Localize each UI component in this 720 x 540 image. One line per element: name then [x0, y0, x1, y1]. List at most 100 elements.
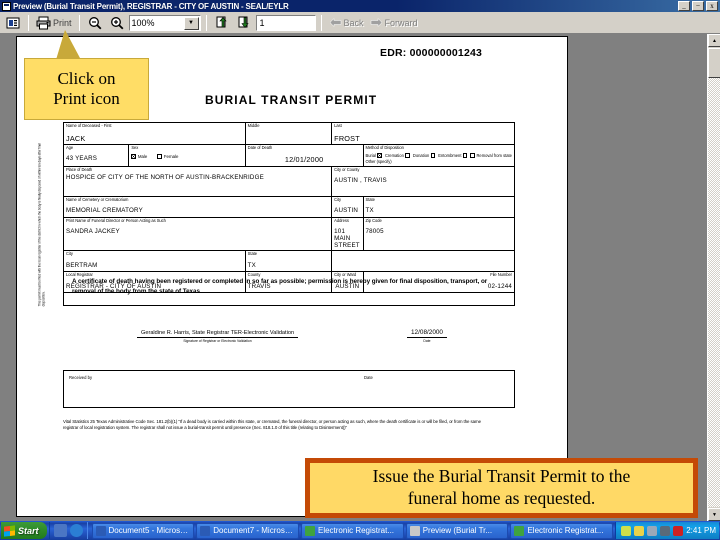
taskbar-item-label: Preview (Burial Tr...: [422, 526, 493, 535]
word-icon: [200, 525, 211, 536]
checkbox-donation-icon[interactable]: [430, 153, 436, 158]
taskbar-item[interactable]: Document5 - Microsof...: [91, 522, 195, 539]
cell-funeral-director: Print Name of Funeral Director or Person…: [62, 216, 333, 251]
app-icon: [304, 525, 315, 536]
taskbar-item[interactable]: Preview (Burial Tr...: [405, 522, 509, 539]
taskbar-item[interactable]: Electronic Registrat...: [300, 522, 404, 539]
window-title-bar[interactable]: Preview (Burial Transit Permit), REGISTR…: [0, 0, 720, 12]
windows-flag-icon: [4, 524, 15, 537]
toolbar-separator: [28, 14, 29, 31]
taskbar-item[interactable]: Electronic Registrat...: [510, 522, 614, 539]
signature-row: Geraldine R. Harris, State Registrar TER…: [137, 329, 447, 343]
table-row: City BERTRAM State TX: [63, 250, 515, 272]
checkbox-male-icon[interactable]: [131, 154, 136, 159]
page-number-input[interactable]: [256, 16, 313, 29]
label-fd-city: City: [66, 251, 73, 256]
signature-date-caption: Date: [423, 339, 431, 343]
label-cemetery: Name of Cemetery or Crematorium: [66, 196, 129, 202]
show-desktop-icon[interactable]: [53, 524, 67, 537]
label-received-by: Received by: [69, 375, 93, 380]
sex-option-male[interactable]: Male: [131, 154, 147, 159]
scroll-track[interactable]: [708, 48, 720, 507]
label-cemetery-city: City: [334, 196, 342, 202]
checkbox-female-icon[interactable]: [157, 154, 162, 159]
previous-page-button[interactable]: [212, 13, 232, 32]
label-disposition-other: Other (specify): [365, 159, 392, 164]
instruction-callout: Issue the Burial Transit Permit to the f…: [305, 458, 698, 518]
instruction-line2: funeral home as requested.: [407, 488, 596, 508]
disposition-option-removal[interactable]: Removal from state: [470, 153, 512, 158]
document-properties-icon: [6, 17, 20, 28]
checkbox-burial-icon[interactable]: [377, 153, 382, 158]
checkbox-entombment-icon[interactable]: [462, 153, 468, 158]
norton-icon[interactable]: [673, 525, 684, 536]
scroll-thumb[interactable]: [708, 48, 720, 78]
taskbar-clock[interactable]: 2:41 PM: [686, 526, 716, 535]
label-method-of-disposition: Method of Disposition: [365, 144, 404, 150]
shield-icon[interactable]: [647, 525, 658, 536]
document-properties-button[interactable]: [3, 13, 23, 32]
disposition-option-entombment[interactable]: Entombment: [438, 153, 468, 158]
minimize-button[interactable]: _: [678, 1, 690, 11]
fine-print-text: Vital Statistics 25 Texas Administrative…: [63, 419, 481, 431]
checkbox-cremation-icon[interactable]: [405, 153, 410, 158]
cell-fd-state: State TX: [244, 250, 333, 272]
value-fd-city: BERTRAM: [66, 261, 98, 269]
taskbar-item-label: Document5 - Microsof...: [108, 526, 191, 535]
network-icon[interactable]: [621, 525, 632, 536]
value-cemetery-city: AUSTIN: [334, 207, 359, 214]
scroll-up-button[interactable]: ▲: [708, 34, 720, 47]
label-cemetery-state: State: [365, 196, 375, 202]
cell-fd-city-state-zip: Zip Code 78005: [362, 216, 515, 251]
value-fd-address: 101 MAIN STREET: [334, 228, 360, 249]
signature-caption: Signature of Registrar or Electronic Val…: [183, 339, 252, 343]
taskbar-item-label: Electronic Registrat...: [317, 526, 395, 535]
disposition-option-burial[interactable]: Burial: [366, 153, 382, 158]
zoom-level-combo[interactable]: ▼: [128, 14, 201, 31]
cell-date-of-death: Date of Death 12/01/2000: [244, 143, 364, 167]
cell-name-first: Name of Deceased - First JACK: [63, 122, 246, 145]
label-received-date: Date: [364, 375, 373, 380]
table-row: Print Name of Funeral Director or Person…: [62, 216, 515, 251]
print-hint-line1: Click on: [57, 68, 116, 88]
chevron-down-icon[interactable]: ▼: [183, 16, 199, 30]
start-label: Start: [18, 525, 39, 536]
close-button[interactable]: x: [706, 1, 718, 11]
cell-fd-city: City BERTRAM: [63, 250, 246, 272]
side-note-text: This permit must be filed with the local…: [37, 143, 46, 307]
cell-name-last: Last FROST: [331, 122, 515, 145]
zoom-level-input[interactable]: [129, 16, 182, 29]
next-page-button[interactable]: [234, 13, 254, 32]
disposition-option-donation[interactable]: Donation: [413, 153, 436, 158]
forward-label: Forward: [384, 17, 418, 28]
maximize-button[interactable]: ̶: [692, 1, 704, 11]
disposition-option-cremation[interactable]: Cremation: [385, 153, 410, 158]
signature-date: 12/08/2000: [407, 329, 447, 338]
taskbar-item-label: Document7 - Microso...: [213, 526, 295, 535]
start-button[interactable]: Start: [1, 522, 47, 539]
checkbox-removal-icon[interactable]: [470, 153, 475, 158]
back-button[interactable]: Back: [327, 13, 366, 32]
label-place-of-death: Place of Death: [66, 166, 93, 172]
speaker-icon[interactable]: [660, 525, 671, 536]
back-label: Back: [343, 17, 364, 28]
preview-icon: [409, 525, 420, 536]
edr-number: EDR: 000000001243: [380, 47, 483, 59]
taskbar-task-list: Document5 - Microsof... Document7 - Micr…: [90, 522, 614, 539]
edit-icon[interactable]: [634, 525, 645, 536]
zoom-in-icon: [110, 16, 123, 29]
sex-option-female[interactable]: Female: [157, 154, 179, 159]
value-place-of-death: HOSPICE OF CITY OF THE NORTH OF AUSTIN-B…: [66, 174, 264, 181]
zoom-out-button[interactable]: [85, 13, 105, 32]
page-number-field[interactable]: [255, 14, 316, 31]
internet-explorer-icon[interactable]: [69, 524, 83, 537]
printer-icon: [36, 16, 51, 29]
zoom-in-button[interactable]: [107, 13, 127, 32]
taskbar-item[interactable]: Document7 - Microso...: [196, 522, 299, 539]
label-name-last: Last: [334, 123, 342, 128]
scroll-down-button[interactable]: ▼: [708, 508, 720, 521]
vertical-scrollbar[interactable]: ▲ ▼: [707, 34, 720, 521]
forward-button[interactable]: Forward: [368, 13, 420, 32]
cell-fd-address: Address 101 MAIN STREET: [331, 216, 364, 251]
received-by-box: Received by Date: [63, 370, 515, 408]
